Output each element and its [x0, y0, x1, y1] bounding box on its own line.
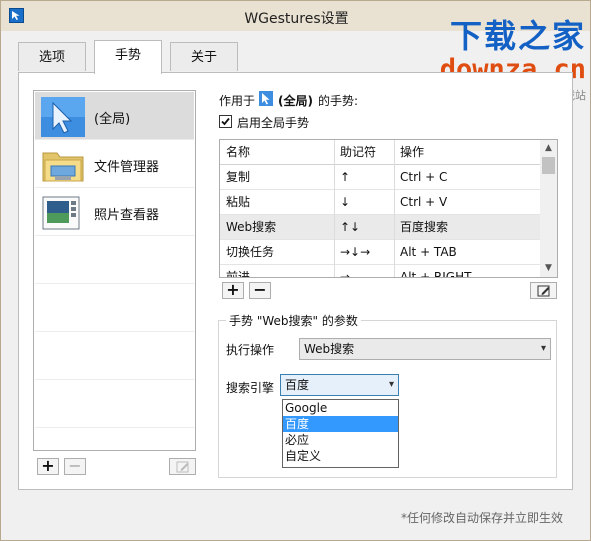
tab-about[interactable]: 关于 [170, 42, 238, 71]
title-bar[interactable]: WGestures设置 [1, 1, 590, 31]
app-list[interactable]: (全局) 文件管理器 照片查看器 [33, 90, 196, 451]
cell-name: 切换任务 [226, 245, 275, 259]
table-row[interactable]: 前进 → Alt + RIGHT [220, 265, 540, 278]
list-empty-row [35, 380, 194, 428]
gesture-params-title: 手势 "Web搜索" 的参数 [226, 312, 361, 329]
autosave-note: *任何修改自动保存并立即生效 [400, 511, 563, 525]
list-empty-row [35, 284, 194, 332]
chevron-down-icon: ▾ [540, 343, 546, 354]
remove-gesture-button[interactable]: − [249, 282, 271, 299]
search-engine-select[interactable]: 百度 ▾ [280, 374, 399, 396]
column-header-action[interactable]: 操作 [394, 140, 534, 164]
edit-icon [176, 461, 188, 473]
cell-name: 复制 [226, 170, 251, 184]
table-row[interactable]: 粘贴 ↓ Ctrl + V [220, 190, 540, 215]
app-list-item-label: 照片查看器 [94, 208, 160, 223]
table-row[interactable]: 复制 ↑ Ctrl + C [220, 165, 540, 190]
scrollbar-thumb[interactable] [542, 157, 555, 174]
list-empty-row [35, 236, 194, 284]
list-empty-row [35, 332, 194, 380]
add-app-button[interactable]: + [37, 458, 59, 475]
enable-global-label: 启用全局手势 [237, 116, 310, 130]
exec-action-label: 执行操作 [226, 343, 275, 357]
cell-action: 百度搜索 [400, 220, 449, 234]
edit-gesture-button[interactable] [530, 282, 557, 299]
app-list-item-file-manager[interactable]: 文件管理器 [35, 140, 194, 188]
cell-name: 前进 [226, 270, 251, 278]
photo-viewer-icon [41, 193, 85, 233]
cursor-icon [41, 97, 85, 137]
column-header-name[interactable]: 名称 [220, 140, 334, 164]
tab-options[interactable]: 选项 [18, 42, 86, 71]
cell-name: 粘贴 [226, 195, 251, 209]
table-scrollbar[interactable]: ▲ ▼ [540, 140, 557, 277]
scope-cursor-icon [259, 91, 273, 106]
cell-mnemonic: ↑↓ [340, 220, 361, 234]
table-row-selected[interactable]: Web搜索 ↑↓ 百度搜索 [220, 215, 540, 240]
add-gesture-button[interactable]: + [222, 282, 244, 299]
table-row[interactable]: 切换任务 →↓→ Alt + TAB [220, 240, 540, 265]
column-divider [334, 140, 335, 277]
app-list-item-photo-viewer[interactable]: 照片查看器 [35, 188, 194, 236]
cell-action: Ctrl + C [400, 170, 448, 184]
column-divider [394, 140, 395, 277]
cell-mnemonic: ↑ [340, 170, 351, 184]
dropdown-option-bing[interactable]: 必应 [283, 432, 398, 448]
cell-mnemonic: →↓→ [340, 245, 371, 259]
cell-action: Alt + RIGHT [400, 270, 472, 278]
column-header-mnemonic[interactable]: 助记符 [334, 140, 394, 164]
search-engine-value: 百度 [285, 378, 310, 392]
cell-mnemonic: → [340, 270, 351, 278]
cell-mnemonic: ↓ [340, 195, 351, 209]
table-header-row: 名称 助记符 操作 [220, 140, 540, 165]
search-engine-label: 搜索引擎 [226, 381, 275, 395]
folder-icon [41, 145, 85, 185]
chevron-down-icon: ▾ [388, 379, 394, 390]
search-engine-dropdown[interactable]: Google 百度 必应 自定义 [282, 399, 399, 468]
scroll-up-icon[interactable]: ▲ [540, 140, 557, 157]
gesture-table[interactable]: 名称 助记符 操作 复制 ↑ Ctrl + C 粘贴 ↓ Ctrl + V We… [219, 139, 558, 278]
tab-gestures[interactable]: 手势 [94, 40, 162, 74]
enable-global-checkbox[interactable] [219, 115, 232, 128]
scroll-down-icon[interactable]: ▼ [540, 260, 557, 277]
window-title: WGestures设置 [244, 11, 349, 27]
cell-action: Alt + TAB [400, 245, 457, 259]
exec-action-select[interactable]: Web搜索 ▾ [299, 338, 551, 360]
app-list-item-label: (全局) [94, 112, 131, 127]
exec-action-value: Web搜索 [304, 342, 355, 356]
scope-prefix: 作用于 [219, 94, 256, 108]
checkmark-icon [221, 117, 230, 126]
cell-action: Ctrl + V [400, 195, 448, 209]
dropdown-option-baidu[interactable]: 百度 [283, 416, 398, 432]
scope-suffix: 的手势: [318, 94, 359, 108]
remove-app-button[interactable]: − [64, 458, 86, 475]
cell-name: Web搜索 [226, 220, 277, 234]
dropdown-option-custom[interactable]: 自定义 [283, 448, 398, 464]
app-list-item-label: 文件管理器 [94, 160, 160, 175]
dropdown-option-google[interactable]: Google [283, 400, 398, 416]
edit-app-button[interactable] [169, 458, 196, 475]
app-list-item-global[interactable]: (全局) [35, 92, 194, 140]
scope-target: (全局) [278, 94, 313, 108]
edit-icon [537, 285, 549, 297]
